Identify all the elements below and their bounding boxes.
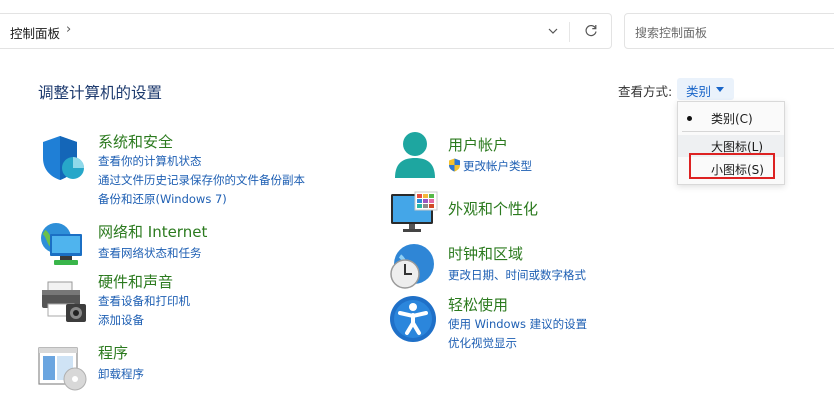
- uac-shield-icon: [449, 158, 460, 172]
- link-view-devices-printers[interactable]: 查看设备和打印机: [98, 293, 190, 309]
- highlight-box: [689, 153, 775, 179]
- category-title-network-internet[interactable]: 网络和 Internet: [98, 221, 207, 242]
- link-change-date-time-format[interactable]: 更改日期、时间或数字格式: [448, 267, 586, 283]
- link-change-account-type[interactable]: 更改帐户类型: [463, 158, 532, 174]
- user-accounts-icon[interactable]: [391, 130, 439, 182]
- selected-bullet-icon: [687, 116, 692, 121]
- refresh-icon[interactable]: [583, 23, 599, 39]
- link-backup-restore[interactable]: 备份和还原(Windows 7): [98, 191, 227, 207]
- category-title-appearance[interactable]: 外观和个性化: [448, 198, 538, 219]
- category-title-programs[interactable]: 程序: [98, 342, 128, 363]
- link-view-computer-status[interactable]: 查看你的计算机状态: [98, 153, 202, 169]
- shield-icon[interactable]: [40, 134, 86, 182]
- link-view-network-status[interactable]: 查看网络状态和任务: [98, 245, 202, 261]
- dropdown-arrow-icon: [716, 87, 724, 92]
- menu-item-category[interactable]: 类别(C): [678, 107, 784, 129]
- page-title: 调整计算机的设置: [38, 84, 163, 102]
- printer-icon[interactable]: [40, 278, 88, 324]
- divider: [569, 22, 570, 42]
- programs-icon[interactable]: [38, 346, 88, 392]
- breadcrumb-separator-icon[interactable]: ›: [66, 22, 71, 37]
- clock-globe-icon[interactable]: [388, 242, 438, 292]
- menu-separator: [682, 131, 780, 132]
- category-title-clock-region[interactable]: 时钟和区域: [448, 243, 523, 264]
- category-title-system-security[interactable]: 系统和安全: [98, 131, 173, 152]
- appearance-monitor-icon[interactable]: [389, 190, 441, 234]
- category-title-user-accounts[interactable]: 用户帐户: [448, 134, 508, 155]
- chevron-down-icon[interactable]: [546, 24, 560, 38]
- link-recommended-settings[interactable]: 使用 Windows 建议的设置: [448, 316, 587, 332]
- link-file-history[interactable]: 通过文件历史记录保存你的文件备份副本: [98, 172, 305, 188]
- link-uninstall-program[interactable]: 卸载程序: [98, 366, 144, 382]
- link-optimize-visual-display[interactable]: 优化视觉显示: [448, 335, 517, 351]
- search-placeholder: 搜索控制面板: [635, 26, 708, 40]
- search-box[interactable]: 搜索控制面板: [624, 13, 834, 49]
- menu-item-label: 类别(C): [711, 112, 753, 126]
- link-add-device[interactable]: 添加设备: [98, 312, 144, 328]
- view-by-label: 查看方式:: [618, 84, 673, 99]
- view-by-dropdown[interactable]: 类别: [677, 78, 734, 100]
- category-title-hardware-sound[interactable]: 硬件和声音: [98, 271, 173, 292]
- network-globe-icon[interactable]: [38, 220, 86, 266]
- category-title-ease-of-access[interactable]: 轻松使用: [448, 294, 508, 315]
- address-bar[interactable]: 控制面板 ›: [0, 13, 612, 49]
- view-by-value: 类别: [686, 84, 712, 99]
- ease-of-access-icon[interactable]: [388, 294, 438, 344]
- breadcrumb-control-panel[interactable]: 控制面板: [10, 23, 60, 42]
